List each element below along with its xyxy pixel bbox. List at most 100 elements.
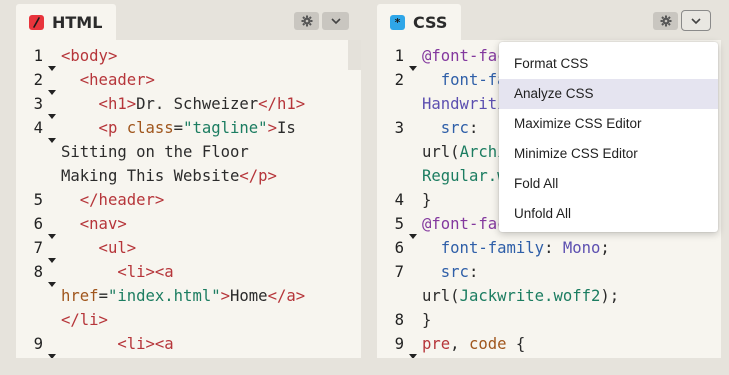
code-token: : (468, 119, 479, 137)
gear-icon (660, 15, 672, 27)
code-token: class (126, 119, 174, 137)
menu-item-unfold-all[interactable]: Unfold All (499, 199, 718, 229)
code-text: Sitting on the Floor (61, 140, 249, 164)
code-token: </h1> (258, 95, 306, 113)
gear-icon (301, 15, 313, 27)
code-token: Mono (562, 239, 601, 257)
code-token: </a> (267, 287, 306, 305)
css-options-button[interactable] (681, 10, 711, 31)
line-gutter (16, 308, 59, 332)
html-code-editor[interactable]: 1 <body> 2 <header> 3 <h1>Dr. Schweizer</h1… (16, 40, 361, 358)
menu-item-minimize-css-editor[interactable]: Minimize CSS Editor (499, 139, 718, 169)
css-tab[interactable]: * CSS (377, 4, 462, 40)
code-token: url( (422, 287, 460, 305)
line-number: 1 (33, 47, 43, 65)
html-code-line: 2 <header> (16, 68, 361, 95)
code-token: = (98, 287, 108, 305)
code-text: src: (422, 116, 479, 140)
code-token: = (173, 119, 184, 137)
line-number: 6 (33, 215, 43, 233)
line-gutter: 6 (377, 236, 420, 260)
code-token: "tagline" (183, 119, 268, 137)
fold-caret-icon[interactable] (48, 342, 56, 358)
code-token: > (220, 287, 231, 305)
html-editor-panel: HTML 1 <body> 2 <header> 3 <h1>Dr. Schweize… (16, 0, 361, 358)
html-code-line: href="index.html">Home</a> (16, 284, 361, 308)
code-text: <li><a (61, 332, 174, 356)
code-token: src (422, 119, 469, 137)
code-token: Is (276, 119, 296, 137)
line-gutter: 8 (16, 260, 59, 287)
html-code-line: </li> (16, 308, 361, 332)
chevron-down-icon (690, 17, 702, 25)
code-text: <ul> (61, 236, 137, 260)
html-settings-button[interactable] (294, 12, 319, 30)
line-gutter: 8 (377, 308, 420, 332)
html-code-line: 8 <li><a (16, 260, 361, 287)
line-gutter (16, 164, 59, 188)
code-text: Making This Website</p> (61, 164, 277, 188)
line-gutter: 4 (16, 116, 59, 143)
code-token: </p> (239, 167, 277, 185)
line-number: 3 (394, 119, 404, 137)
css-tab-label: CSS (413, 12, 448, 32)
code-text: <body> (61, 44, 117, 68)
code-token: <h1> (61, 95, 137, 113)
line-number: 7 (33, 239, 43, 257)
code-token: : (544, 239, 563, 257)
line-gutter (16, 284, 59, 308)
code-token: </header> (61, 191, 165, 209)
menu-item-analyze-css[interactable]: Analyze CSS (499, 79, 718, 109)
code-token: Dr. Schweizer (136, 95, 259, 113)
code-text: <nav> (61, 212, 127, 236)
line-gutter (377, 284, 420, 308)
slash-icon (29, 14, 44, 30)
html-tab[interactable]: HTML (16, 4, 117, 40)
code-token: <nav> (61, 215, 127, 233)
code-text: src: (422, 260, 479, 284)
line-number: 4 (394, 191, 404, 209)
line-number: 6 (394, 239, 404, 257)
html-code-line: Sitting on the Floor (16, 140, 361, 164)
code-token: ; (600, 239, 610, 257)
code-token: } (422, 311, 432, 329)
code-token: href (61, 287, 99, 305)
menu-item-fold-all[interactable]: Fold All (499, 169, 718, 199)
html-scrollbar[interactable] (348, 40, 361, 70)
menu-item-maximize-css-editor[interactable]: Maximize CSS Editor (499, 109, 718, 139)
css-options-menu: Format CSS Analyze CSS Maximize CSS Editor… (499, 42, 718, 232)
css-code-line: 7 src: (377, 260, 721, 284)
code-token: Jackwrite.woff2 (459, 287, 601, 305)
menu-item-format-css[interactable]: Format CSS (499, 49, 718, 79)
code-token: <li><a (61, 335, 174, 353)
html-tab-label: HTML (52, 12, 103, 32)
line-number: 8 (394, 311, 404, 329)
code-token: Home (230, 287, 268, 305)
line-gutter (16, 140, 59, 164)
line-number: 5 (394, 215, 404, 233)
code-text: } (422, 308, 431, 332)
line-gutter: 1 (16, 44, 59, 71)
line-number: 8 (33, 263, 43, 281)
fold-caret-icon[interactable] (409, 342, 417, 358)
html-options-button[interactable] (322, 12, 349, 30)
html-code-line: 3 <h1>Dr. Schweizer</h1> (16, 92, 361, 119)
css-settings-button[interactable] (653, 12, 678, 30)
code-token: { (506, 335, 526, 353)
code-token: } (422, 191, 432, 209)
code-text: <h1>Dr. Schweizer</h1> (61, 92, 306, 116)
code-token: ); (600, 287, 620, 305)
line-number: 5 (33, 191, 43, 209)
line-gutter: 4 (377, 188, 420, 212)
code-token: font-family (422, 239, 545, 257)
line-number: 7 (394, 263, 404, 281)
line-gutter: 1 (377, 44, 420, 71)
line-gutter: 3 (16, 92, 59, 119)
html-code-lines: 1 <body> 2 <header> 3 <h1>Dr. Schweizer</h1… (16, 44, 361, 358)
code-token: url( (422, 143, 460, 161)
line-number: 4 (33, 119, 43, 137)
code-token: pre (422, 335, 451, 353)
line-gutter: 6 (16, 212, 59, 239)
code-token: Making This Website (61, 167, 240, 185)
line-number: 9 (33, 335, 43, 353)
